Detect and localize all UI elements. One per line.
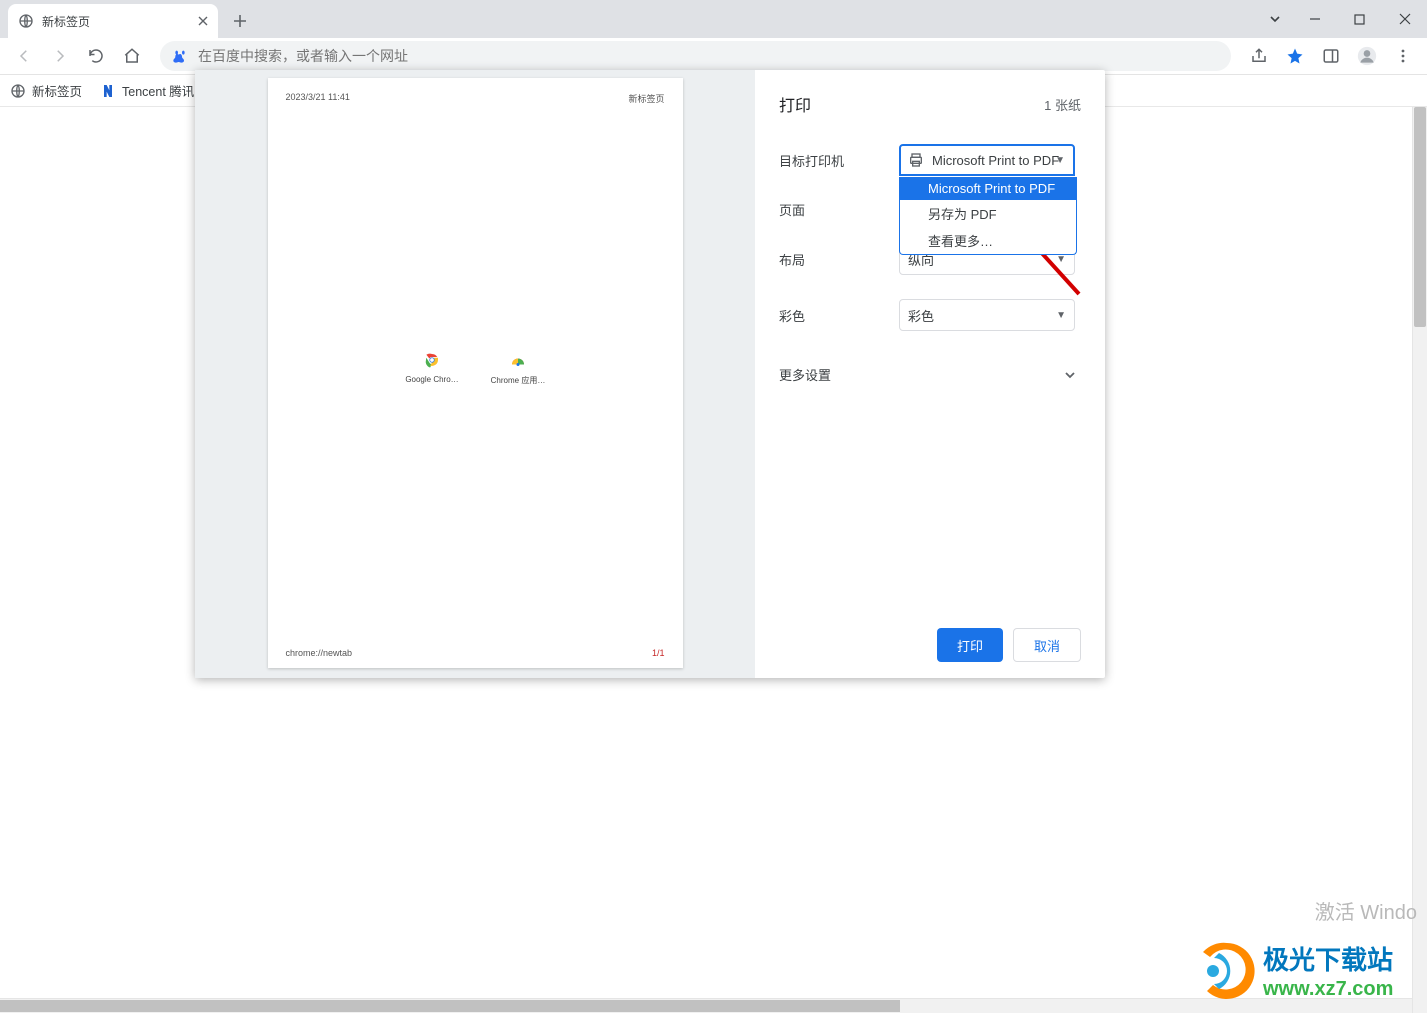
destination-dropdown: Microsoft Print to PDF 另存为 PDF 查看更多… bbox=[899, 177, 1077, 255]
tab-strip: 新标签页 bbox=[0, 0, 1427, 38]
side-panel-button[interactable] bbox=[1315, 40, 1347, 72]
back-button[interactable] bbox=[8, 40, 40, 72]
watermark-site-name: 极光下载站 bbox=[1263, 945, 1393, 975]
print-dialog: 2023/3/21 11:41 新标签页 Google Chro… bbox=[195, 70, 1105, 678]
bookmark-item[interactable]: 新标签页 bbox=[10, 81, 82, 100]
more-settings-label: 更多设置 bbox=[779, 365, 831, 384]
print-dialog-title: 打印 bbox=[779, 92, 811, 116]
tab-close-icon[interactable] bbox=[196, 14, 210, 28]
vertical-scrollbar[interactable] bbox=[1412, 107, 1427, 1013]
preview-page-number: 1/1 bbox=[652, 648, 665, 658]
label-layout: 布局 bbox=[779, 250, 899, 269]
caret-down-icon: ▼ bbox=[1056, 254, 1066, 265]
tab-search-button[interactable] bbox=[1258, 4, 1292, 34]
tab-title: 新标签页 bbox=[42, 13, 90, 30]
preview-tile-label: Chrome 应用… bbox=[491, 375, 546, 386]
caret-down-icon: ▼ bbox=[1056, 310, 1066, 321]
activate-windows-watermark: 激活 Windo bbox=[1315, 896, 1417, 925]
print-preview-pane: 2023/3/21 11:41 新标签页 Google Chro… bbox=[195, 70, 755, 678]
caret-down-icon: ▼ bbox=[1055, 155, 1065, 166]
row-color: 彩色 彩色 ▼ bbox=[779, 299, 1081, 331]
bookmark-label: 新标签页 bbox=[32, 81, 82, 100]
destination-select[interactable]: Microsoft Print to PDF ▼ Microsoft Print… bbox=[899, 144, 1075, 176]
close-window-button[interactable] bbox=[1382, 4, 1427, 34]
profile-button[interactable] bbox=[1351, 40, 1383, 72]
printer-icon bbox=[908, 152, 924, 168]
maximize-button[interactable] bbox=[1337, 4, 1382, 34]
address-input[interactable] bbox=[198, 48, 1219, 64]
watermark-site-url: www.xz7.com bbox=[1262, 978, 1393, 1000]
forward-button[interactable] bbox=[44, 40, 76, 72]
dropdown-option[interactable]: 另存为 PDF bbox=[900, 200, 1076, 227]
preview-tile-label: Google Chro… bbox=[405, 375, 458, 384]
row-destination: 目标打印机 Microsoft Print to PDF ▼ Microsoft… bbox=[779, 144, 1081, 176]
globe-icon bbox=[18, 13, 34, 29]
print-settings-pane: 打印 1 张纸 目标打印机 Microsoft Print to PDF ▼ M… bbox=[755, 70, 1105, 678]
address-bar[interactable] bbox=[160, 41, 1231, 71]
tencent-icon bbox=[100, 83, 116, 99]
chrome-logo-icon bbox=[423, 351, 441, 369]
bookmark-star-icon[interactable] bbox=[1279, 40, 1311, 72]
preview-url: chrome://newtab bbox=[286, 648, 353, 658]
preview-tile: Google Chro… bbox=[404, 351, 460, 386]
print-button[interactable]: 打印 bbox=[937, 628, 1003, 662]
page-content: 2023/3/21 11:41 新标签页 Google Chro… bbox=[0, 107, 1427, 1013]
destination-value: Microsoft Print to PDF bbox=[932, 153, 1059, 168]
bookmark-item[interactable]: Tencent 腾讯 bbox=[100, 81, 194, 100]
preview-tile: Chrome 应用… bbox=[490, 351, 546, 386]
kebab-menu-button[interactable] bbox=[1387, 40, 1419, 72]
cancel-button[interactable]: 取消 bbox=[1013, 628, 1081, 662]
baidu-icon bbox=[172, 48, 188, 64]
new-tab-button[interactable] bbox=[226, 7, 254, 35]
site-watermark: 极光下载站 www.xz7.com bbox=[1193, 937, 1423, 1007]
sheet-count: 1 张纸 bbox=[1044, 95, 1081, 114]
more-settings-row[interactable]: 更多设置 bbox=[779, 365, 1081, 384]
label-pages: 页面 bbox=[779, 200, 899, 219]
color-value: 彩色 bbox=[908, 306, 934, 325]
apps-icon bbox=[509, 351, 527, 369]
label-color: 彩色 bbox=[779, 306, 899, 325]
reload-button[interactable] bbox=[80, 40, 112, 72]
print-preview-page: 2023/3/21 11:41 新标签页 Google Chro… bbox=[268, 78, 683, 668]
preview-title: 新标签页 bbox=[628, 92, 664, 105]
minimize-button[interactable] bbox=[1292, 4, 1337, 34]
browser-tab[interactable]: 新标签页 bbox=[8, 4, 218, 38]
chevron-down-icon bbox=[1063, 368, 1077, 382]
globe-icon bbox=[10, 83, 26, 99]
bookmark-label: Tencent 腾讯 bbox=[122, 81, 194, 100]
home-button[interactable] bbox=[116, 40, 148, 72]
label-destination: 目标打印机 bbox=[779, 151, 899, 170]
share-button[interactable] bbox=[1243, 40, 1275, 72]
dropdown-option[interactable]: 查看更多… bbox=[900, 227, 1076, 254]
preview-date: 2023/3/21 11:41 bbox=[286, 92, 350, 105]
color-select[interactable]: 彩色 ▼ bbox=[899, 299, 1075, 331]
window-controls bbox=[1258, 0, 1427, 38]
dropdown-option[interactable]: Microsoft Print to PDF bbox=[900, 177, 1076, 200]
